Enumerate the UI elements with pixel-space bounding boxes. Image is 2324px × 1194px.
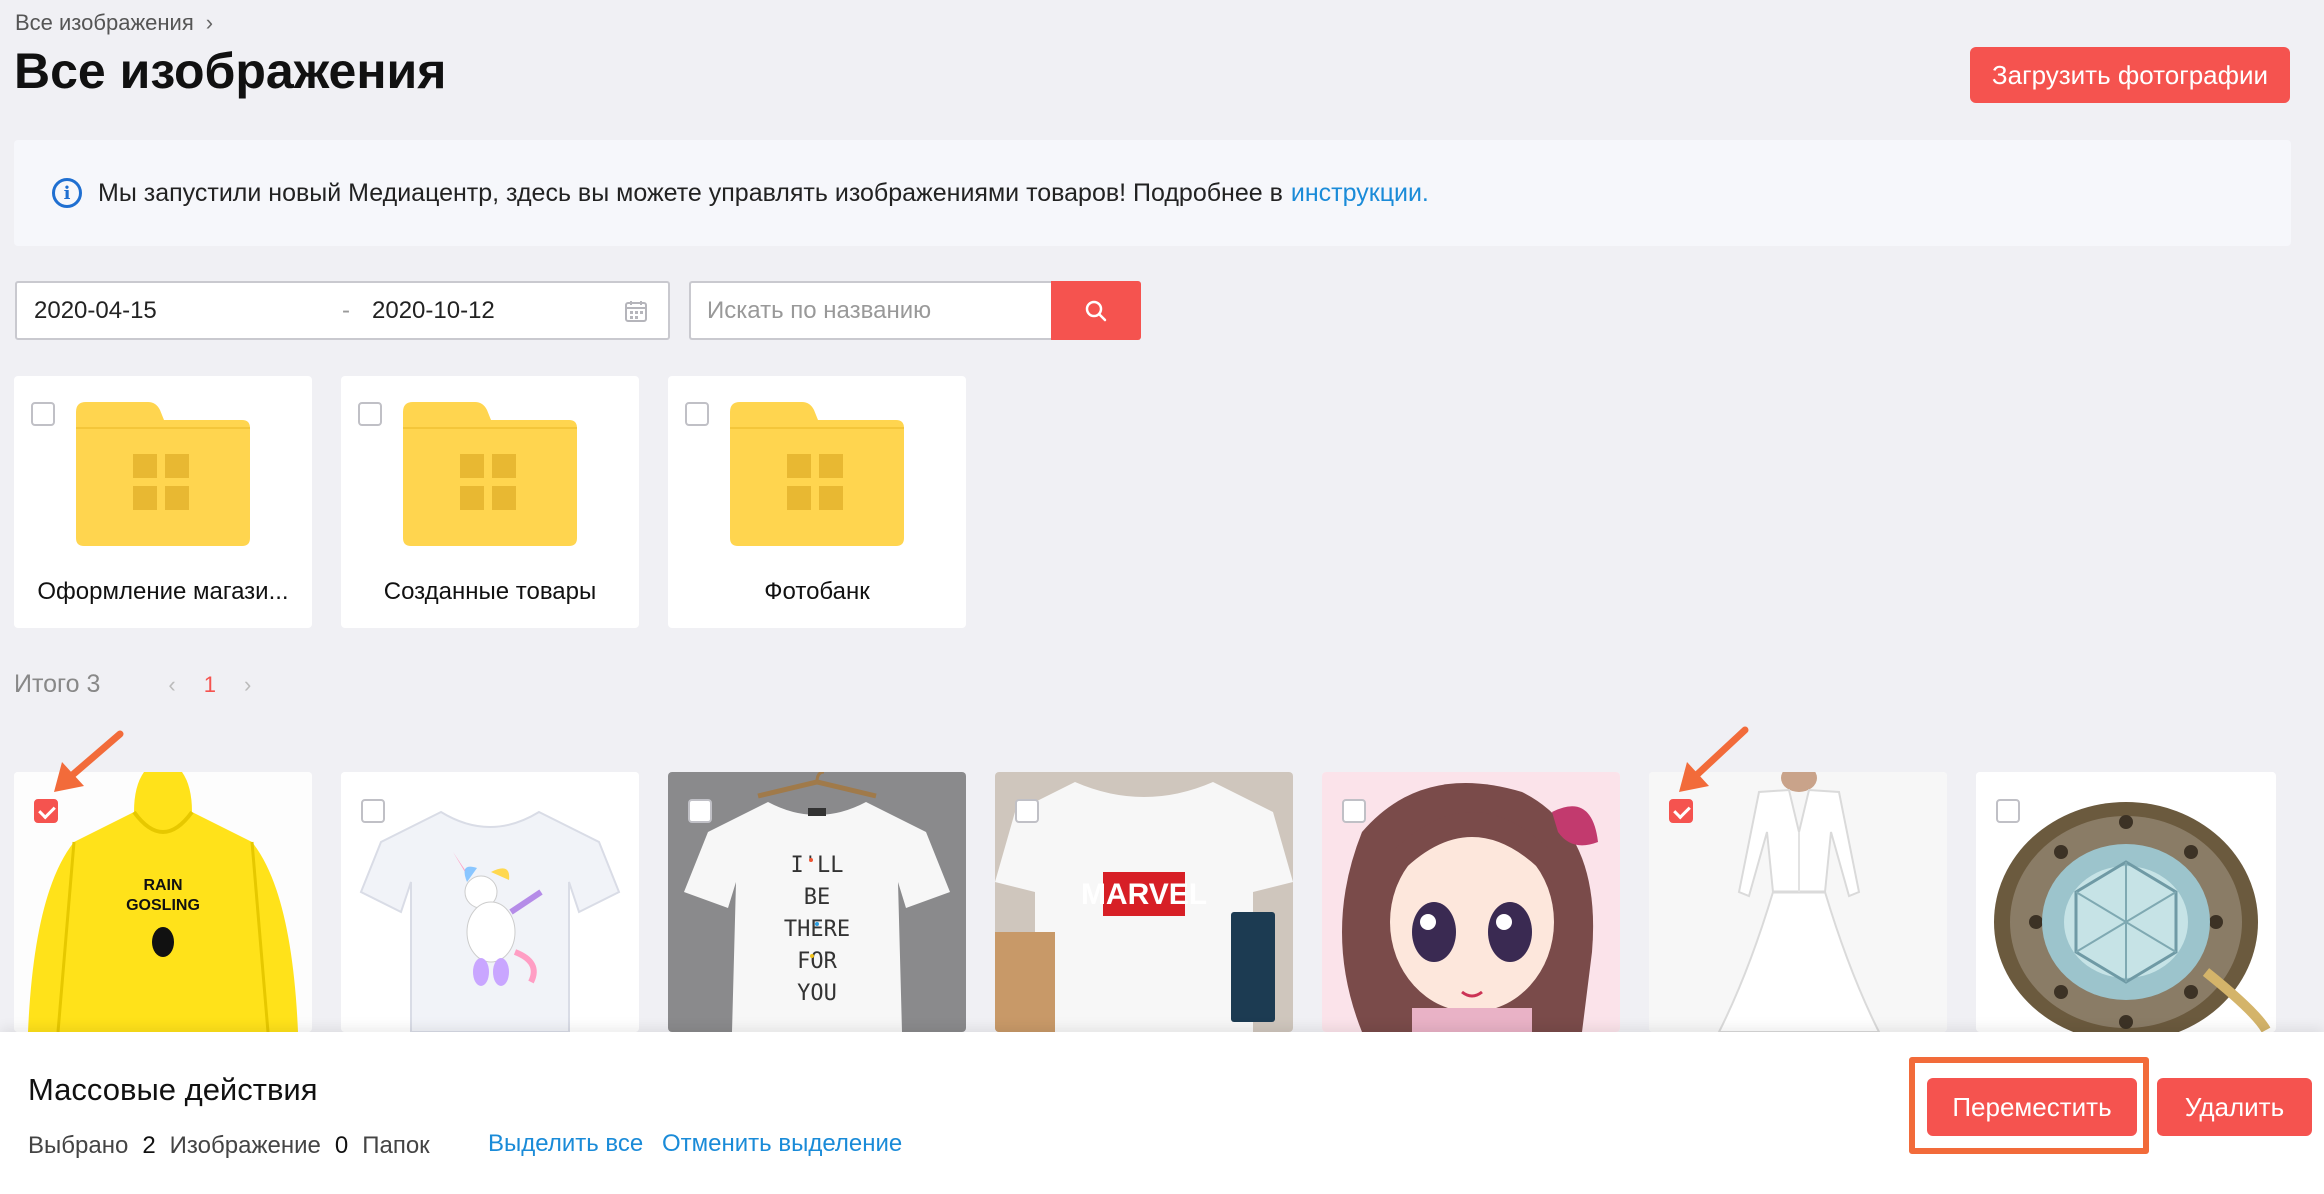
- annotation-arrow-icon: [54, 730, 124, 792]
- date-from[interactable]: 2020-04-15: [34, 297, 157, 325]
- marvel-text: MARVEL: [1081, 878, 1207, 911]
- folder-icon: [403, 402, 577, 546]
- anime-girl-image: [1322, 772, 1620, 1032]
- folder-checkbox[interactable]: [31, 402, 55, 426]
- annotation-arrow-icon: [1679, 726, 1749, 792]
- chevron-left-icon[interactable]: ‹: [168, 672, 175, 698]
- breadcrumb: Все изображения ›: [15, 10, 213, 36]
- select-all-link[interactable]: Выделить все: [488, 1130, 643, 1158]
- image-checkbox[interactable]: [1342, 799, 1366, 823]
- white-dress-image: [1649, 772, 1947, 1032]
- raincoat-text: RAIN: [143, 877, 182, 894]
- folder-icon: [730, 402, 904, 546]
- search-icon: [1085, 300, 1107, 321]
- folder-label: Созданные товары: [383, 578, 597, 605]
- folder-label: Фотобанк: [764, 578, 870, 605]
- page-number[interactable]: 1: [204, 672, 216, 698]
- page-title: Все изображения: [14, 43, 447, 99]
- friends-text: I'LL: [791, 853, 844, 878]
- search-input[interactable]: [689, 281, 1051, 340]
- instructions-link[interactable]: инструкции.: [1291, 179, 1429, 208]
- deselect-link[interactable]: Отменить выделение: [662, 1130, 902, 1158]
- bulk-actions-title: Массовые действия: [28, 1072, 318, 1107]
- selection-summary: Выбрано 2 Изображение 0 Папок: [28, 1132, 430, 1160]
- image-card-marvel-tshirt[interactable]: MARVEL: [995, 772, 1293, 1032]
- image-checkbox[interactable]: [1996, 799, 2020, 823]
- delete-button[interactable]: Удалить: [2157, 1078, 2312, 1136]
- image-checkbox[interactable]: [688, 799, 712, 823]
- image-checkbox[interactable]: [1669, 799, 1693, 823]
- images-count: 2: [142, 1132, 156, 1159]
- search-button[interactable]: [1051, 281, 1141, 340]
- marvel-tshirt-image: MARVEL: [995, 772, 1293, 1032]
- info-icon: i: [52, 178, 82, 208]
- folder-card[interactable]: Оформление магази...: [14, 376, 312, 628]
- folder-label: Оформление магази...: [37, 578, 289, 605]
- svg-text:THERE: THERE: [784, 917, 850, 942]
- image-checkbox[interactable]: [361, 799, 385, 823]
- info-banner: i Мы запустили новый Медиацентр, здесь в…: [14, 140, 2291, 246]
- image-card-anime-girl[interactable]: [1322, 772, 1620, 1032]
- total-count: Итого 3: [14, 670, 101, 698]
- chevron-right-icon: ›: [205, 10, 214, 35]
- breadcrumb-item-all-images[interactable]: Все изображения: [15, 10, 194, 36]
- image-checkbox[interactable]: [34, 799, 58, 823]
- images-label: Изображение: [169, 1132, 321, 1159]
- image-card-unicorn-tshirt[interactable]: [341, 772, 639, 1032]
- selected-label: Выбрано: [28, 1132, 129, 1159]
- folder-checkbox[interactable]: [685, 402, 709, 426]
- image-card-yellow-raincoat[interactable]: RAIN GOSLING: [14, 772, 312, 1032]
- image-checkbox[interactable]: [1015, 799, 1039, 823]
- folders-count: 0: [334, 1132, 349, 1159]
- folder-card[interactable]: Созданные товары: [341, 376, 639, 628]
- calendar-icon[interactable]: [624, 299, 648, 323]
- date-range-picker[interactable]: 2020-04-15 - 2020-10-12: [15, 281, 670, 340]
- folders-label: Папок: [362, 1132, 430, 1159]
- svg-text:BE: BE: [804, 885, 831, 910]
- image-card-white-dress[interactable]: [1649, 772, 1947, 1032]
- raincoat-image: RAIN GOSLING: [14, 772, 312, 1032]
- chevron-right-icon[interactable]: ›: [244, 672, 251, 698]
- move-button[interactable]: Переместить: [1927, 1078, 2137, 1136]
- folder-checkbox[interactable]: [358, 402, 382, 426]
- svg-text:FOR: FOR: [797, 949, 837, 974]
- search-bar: [689, 281, 1141, 340]
- folder-icon: [76, 402, 250, 546]
- image-card-gem-ring[interactable]: [1976, 772, 2276, 1032]
- raincoat-text-2: GOSLING: [126, 897, 200, 914]
- friends-tshirt-image: I'LL BE THERE FOR YOU: [668, 772, 966, 1032]
- unicorn-tshirt-image: [341, 772, 639, 1032]
- pagination: Итого 3 ‹ 1 ›: [14, 670, 279, 699]
- image-card-friends-tshirt[interactable]: I'LL BE THERE FOR YOU: [668, 772, 966, 1032]
- folder-card[interactable]: Фотобанк: [668, 376, 966, 628]
- upload-photos-button[interactable]: Загрузить фотографии: [1970, 47, 2290, 103]
- svg-text:YOU: YOU: [797, 981, 837, 1006]
- date-to[interactable]: 2020-10-12: [372, 297, 495, 325]
- info-text: Мы запустили новый Медиацентр, здесь вы …: [98, 178, 1283, 207]
- gem-ring-image: [1976, 772, 2274, 1032]
- date-separator: -: [342, 296, 350, 324]
